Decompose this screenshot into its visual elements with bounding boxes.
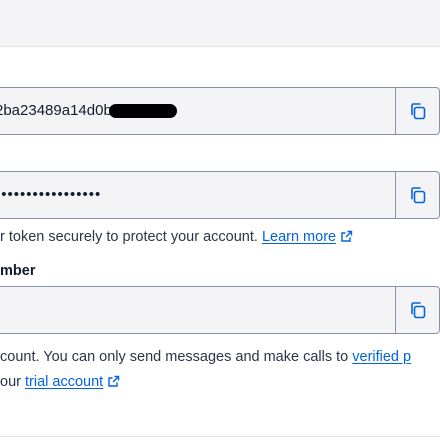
trial-account-link[interactable]: trial account: [25, 374, 103, 390]
auth-token-value: •••••••••••••••••: [0, 186, 102, 203]
phone-number-help-line1: count. You can only send messages and ma…: [0, 347, 411, 367]
verified-numbers-link[interactable]: verified p: [352, 349, 411, 365]
divider: [0, 46, 440, 47]
phone-number-field[interactable]: [0, 286, 440, 334]
external-link-icon[interactable]: [340, 230, 353, 243]
copy-icon: [410, 187, 425, 204]
account-sid-value: 2ba23489a14d0b: [0, 102, 112, 119]
learn-more-link[interactable]: Learn more: [262, 229, 336, 245]
phone-help-prefix: our: [0, 374, 25, 390]
phone-number-help-line2: our trial account: [0, 372, 120, 392]
phone-help-text: count. You can only send messages and ma…: [0, 349, 353, 365]
redaction-bar: [109, 104, 177, 118]
auth-token-field[interactable]: •••••••••••••••••: [0, 171, 440, 219]
copy-auth-token-button[interactable]: [395, 172, 439, 218]
divider: [0, 436, 440, 437]
page-header-band: [0, 0, 440, 46]
copy-phone-number-button[interactable]: [395, 287, 439, 333]
copy-account-sid-button[interactable]: [395, 88, 439, 134]
phone-number-label: mber: [0, 263, 36, 279]
auth-token-help: r token securely to protect your account…: [0, 227, 353, 247]
copy-icon: [410, 302, 425, 319]
auth-token-help-text: r token securely to protect your account…: [0, 229, 258, 245]
external-link-icon[interactable]: [107, 375, 120, 388]
copy-icon: [410, 103, 425, 120]
account-sid-field[interactable]: 2ba23489a14d0b: [0, 87, 440, 135]
